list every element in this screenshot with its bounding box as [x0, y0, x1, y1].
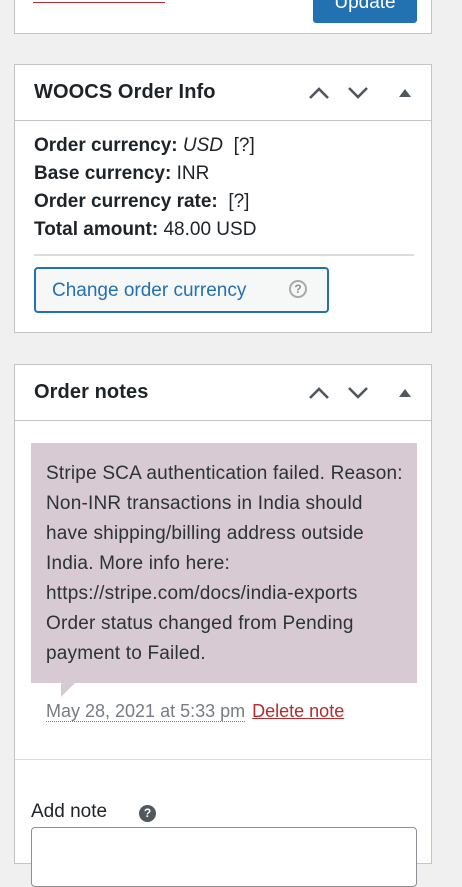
toggle-panel-button[interactable]	[391, 379, 419, 407]
move-to-trash-link[interactable]	[33, 0, 165, 3]
move-up-button[interactable]	[305, 79, 333, 107]
update-button-label: Update	[334, 0, 396, 13]
add-note-textarea[interactable]	[31, 827, 417, 887]
note-meta: May 28, 2021 at 5:33 pm Delete note	[46, 701, 344, 722]
total-amount-row: Total amount: 48.00 USD	[34, 219, 257, 240]
separator	[34, 254, 414, 256]
woocs-box-header: WOOCS Order Info	[15, 65, 431, 121]
update-button[interactable]: Update	[313, 0, 417, 23]
triangle-up-icon	[399, 389, 411, 397]
order-note-content: Stripe SCA authentication failed. Reason…	[31, 443, 417, 683]
order-currency-row: Order currency: USD [?]	[34, 135, 255, 156]
toggle-panel-button[interactable]	[391, 79, 419, 107]
change-order-currency-button[interactable]: Change order currency ?	[34, 267, 329, 313]
order-actions-box: Update	[14, 0, 432, 34]
woocs-box-title: WOOCS Order Info	[34, 81, 216, 103]
divider	[15, 759, 431, 760]
triangle-up-icon	[399, 89, 411, 97]
help-icon[interactable]: ?	[139, 805, 156, 822]
total-amount-value: 48.00 USD	[163, 219, 257, 240]
order-notes-header: Order notes	[15, 365, 431, 421]
order-currency-label: Order currency	[34, 135, 172, 156]
order-currency-rate-help[interactable]: [?]	[228, 191, 249, 212]
delete-note-link[interactable]: Delete note	[252, 701, 344, 721]
order-currency-rate-row: Order currency rate: [?]	[34, 191, 250, 212]
woocs-order-info-box: WOOCS Order Info Order currency: USD [?]…	[14, 64, 432, 333]
move-down-button[interactable]	[344, 79, 372, 107]
base-currency-label: Base currency	[34, 163, 165, 184]
order-currency-rate-label: Order currency rate	[34, 191, 212, 212]
base-currency-row: Base currency: INR	[34, 163, 210, 184]
chevron-up-icon	[309, 387, 329, 399]
help-circle-icon: ?	[289, 280, 307, 298]
order-notes-title: Order notes	[34, 381, 149, 403]
base-currency-value: INR	[176, 163, 210, 184]
move-down-button[interactable]	[344, 379, 372, 407]
move-up-button[interactable]	[305, 379, 333, 407]
chevron-up-icon	[309, 87, 329, 99]
order-currency-help[interactable]: [?]	[234, 135, 255, 156]
total-amount-label: Total amount	[34, 219, 152, 240]
note-date: May 28, 2021 at 5:33 pm	[46, 701, 246, 722]
order-currency-value: USD	[182, 135, 224, 156]
add-note-label: Add note	[31, 801, 108, 822]
change-order-currency-label: Change order currency	[52, 280, 247, 301]
order-notes-box: Order notes Stripe SCA authentication fa…	[14, 364, 432, 887]
chevron-down-icon	[348, 87, 368, 99]
chevron-down-icon	[348, 387, 368, 399]
woocs-info-list: Order currency: USD [?] Base currency: I…	[34, 132, 256, 244]
note-tail	[61, 683, 75, 697]
